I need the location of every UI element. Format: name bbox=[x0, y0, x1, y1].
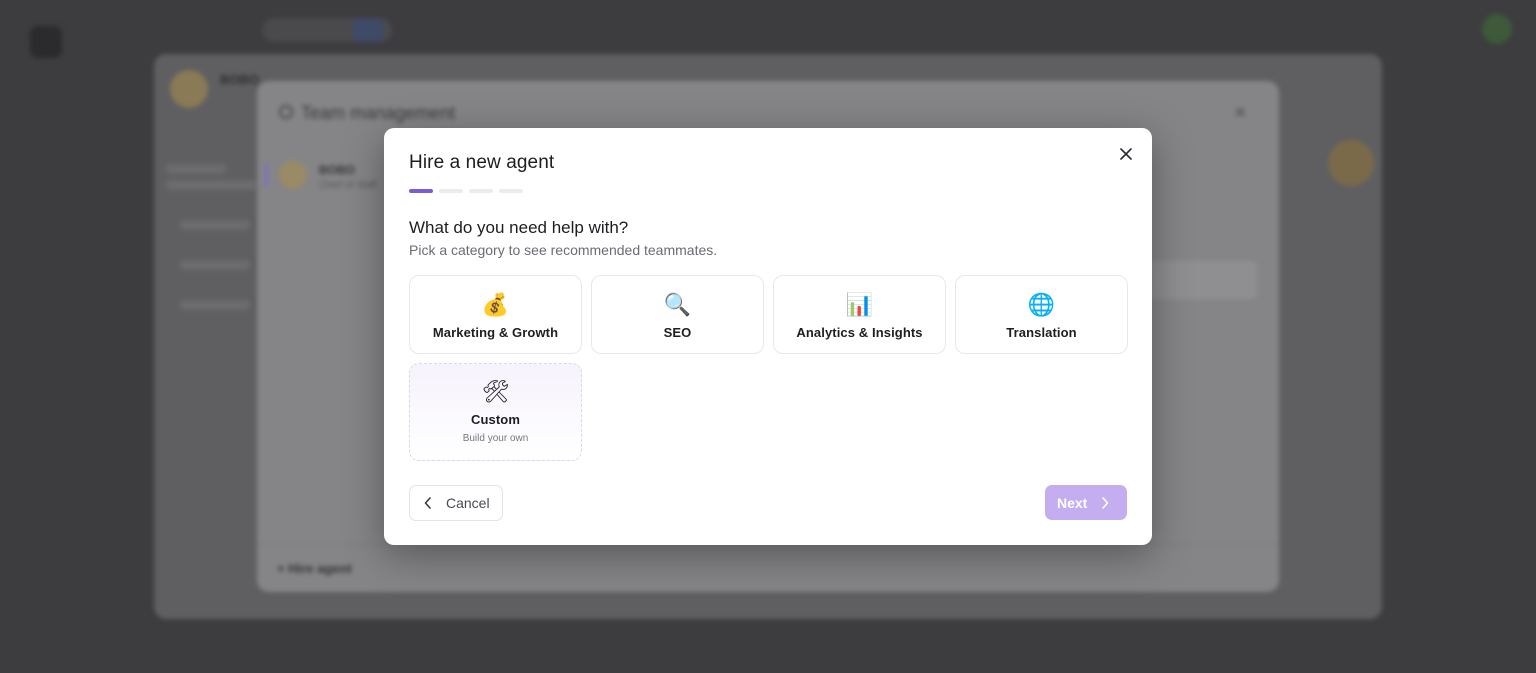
category-label: SEO bbox=[663, 325, 692, 340]
chevron-left-icon bbox=[424, 497, 431, 509]
progress-step bbox=[409, 189, 433, 193]
active-indicator bbox=[265, 163, 268, 187]
category-grid: 💰 Marketing & Growth 🔍 SEO 📊 Analytics &… bbox=[409, 275, 1128, 461]
category-custom[interactable]: 🛠 Custom Build your own bbox=[409, 363, 582, 461]
step-question: What do you need help with? bbox=[409, 218, 629, 237]
hire-agent-modal: Hire a new agent What do you need help w… bbox=[384, 128, 1152, 545]
category-label: Translation bbox=[1006, 325, 1077, 340]
sidebar-avatar bbox=[279, 161, 307, 189]
chevron-right-icon bbox=[1102, 496, 1109, 509]
category-seo[interactable]: 🔍 SEO bbox=[591, 275, 764, 354]
category-analytics-insights[interactable]: 📊 Analytics & Insights bbox=[773, 275, 946, 354]
step-hint: Pick a category to see recommended teamm… bbox=[409, 242, 718, 258]
next-button[interactable]: Next bbox=[1045, 485, 1127, 520]
tools-icon: 🛠 bbox=[481, 379, 510, 404]
cancel-label: Cancel bbox=[446, 495, 490, 511]
progress-step bbox=[469, 189, 493, 193]
category-marketing-growth[interactable]: 💰 Marketing & Growth bbox=[409, 275, 582, 354]
money-bag-icon: 💰 bbox=[481, 292, 510, 317]
cancel-button[interactable]: Cancel bbox=[409, 485, 503, 521]
category-label: Marketing & Growth bbox=[432, 325, 559, 340]
bg-field bbox=[1137, 261, 1257, 299]
category-label: Custom bbox=[471, 412, 520, 427]
team-icon bbox=[279, 105, 293, 119]
progress-step bbox=[499, 189, 523, 193]
modal-title: Hire a new agent bbox=[409, 152, 555, 173]
category-subtitle: Build your own bbox=[462, 433, 529, 444]
globe-icon: 🌐 bbox=[1027, 292, 1056, 317]
sidebar-agent-role: Chief of Staff bbox=[319, 180, 377, 191]
team-title: Team management bbox=[301, 103, 456, 123]
agent-avatar bbox=[170, 70, 208, 108]
user-avatar bbox=[1482, 14, 1512, 44]
progress-step bbox=[439, 189, 463, 193]
bar-chart-icon: 📊 bbox=[845, 292, 874, 317]
app-logo bbox=[30, 26, 62, 58]
step-progress bbox=[409, 189, 523, 193]
topbar-badge bbox=[352, 18, 384, 42]
category-label: Analytics & Insights bbox=[796, 325, 923, 340]
agent-large-avatar bbox=[1328, 140, 1374, 186]
agent-name: BOBO bbox=[220, 72, 259, 87]
magnifier-icon: 🔍 bbox=[663, 292, 692, 317]
hire-agent-link: + Hire agent bbox=[277, 561, 352, 576]
sidebar-agent-name: BOBO bbox=[319, 163, 355, 177]
team-close-icon: ✕ bbox=[1233, 105, 1247, 122]
category-translation[interactable]: 🌐 Translation bbox=[955, 275, 1128, 354]
close-icon bbox=[1120, 148, 1132, 160]
close-button[interactable] bbox=[1114, 142, 1138, 166]
next-label: Next bbox=[1057, 494, 1088, 511]
